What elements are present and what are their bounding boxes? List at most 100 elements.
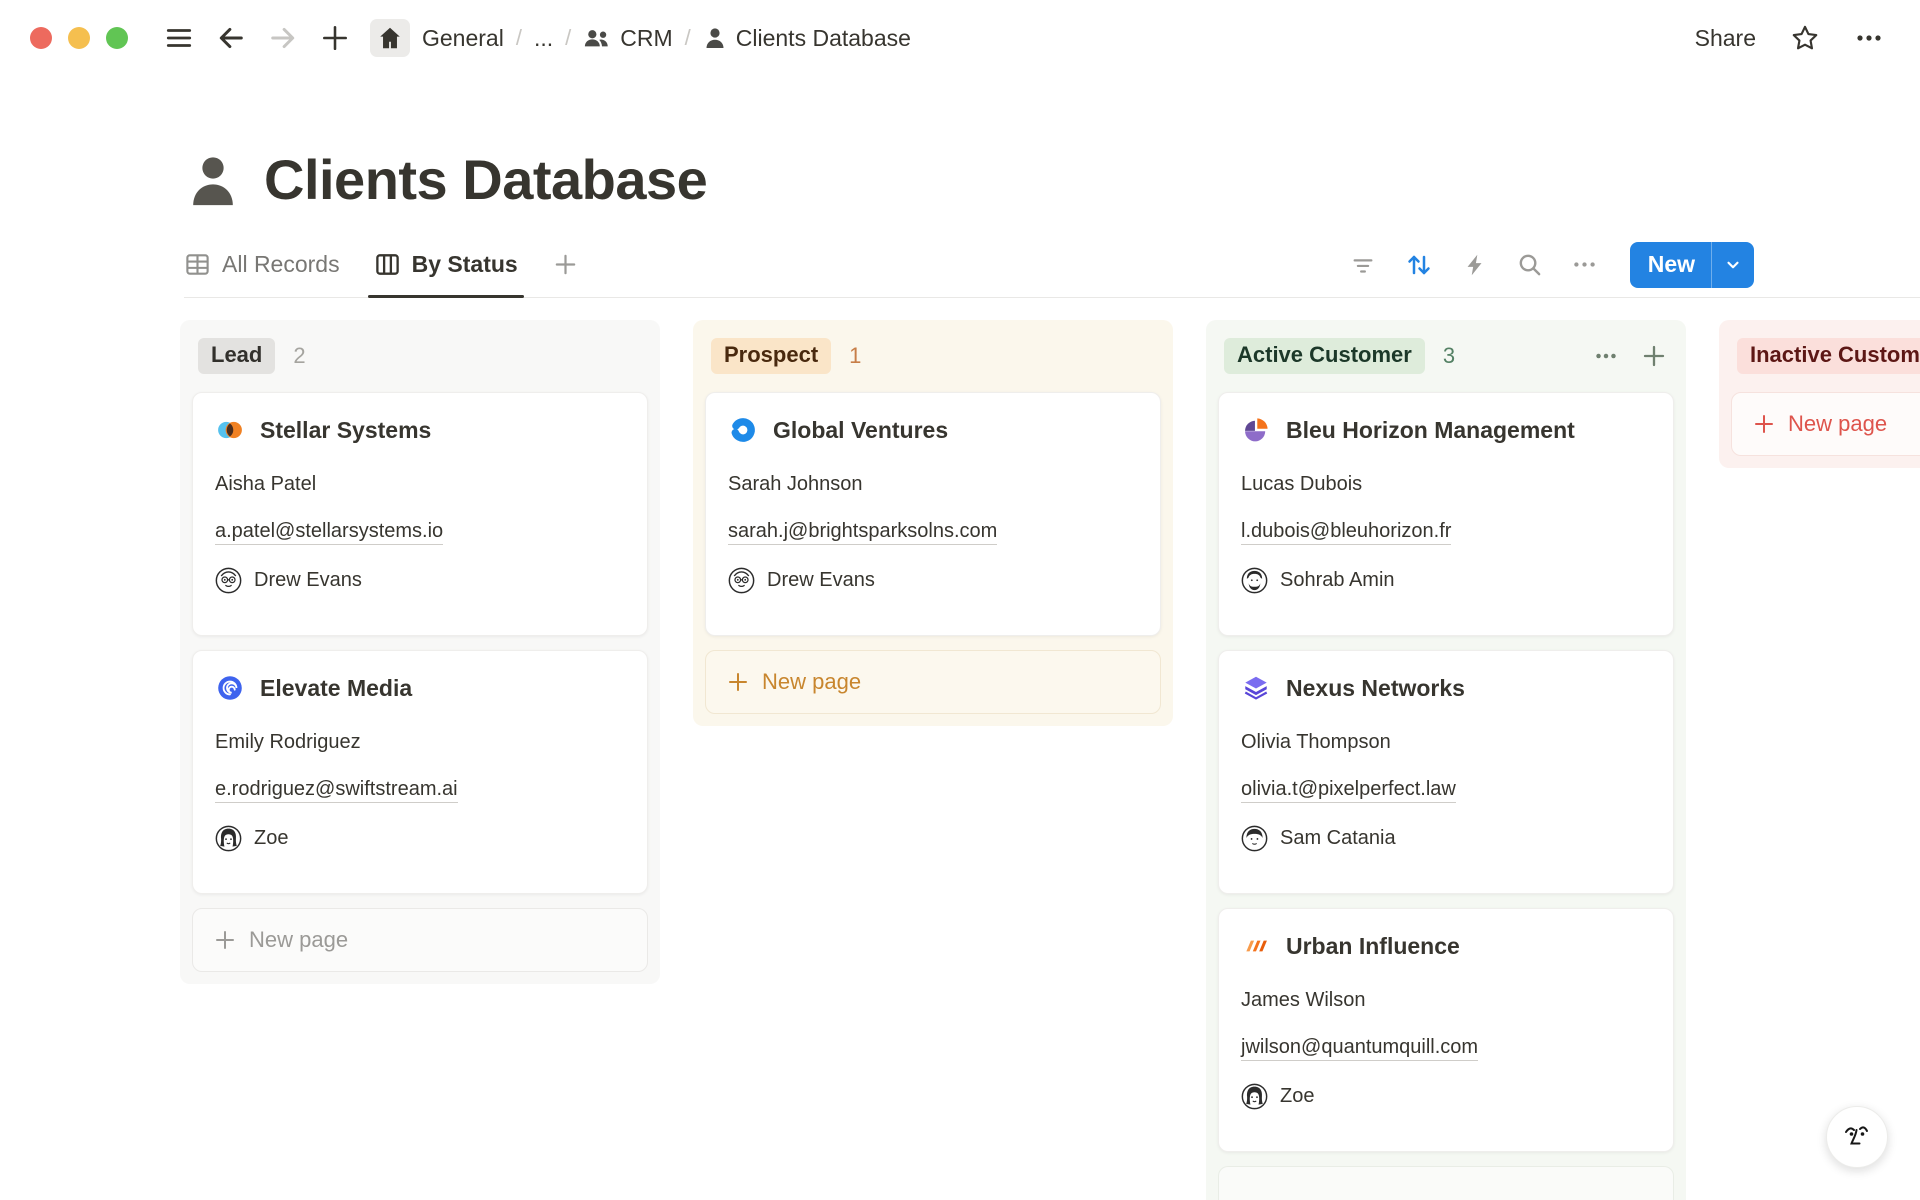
contact-name: Lucas Dubois — [1241, 473, 1651, 496]
automation-lightning-icon[interactable] — [1462, 252, 1488, 278]
kanban-board: Lead 2 Stellar Systems Aisha Patel a.pat… — [180, 320, 1920, 1200]
card-elevate-media[interactable]: Elevate Media Emily Rodriguez e.rodrigue… — [192, 650, 648, 894]
breadcrumb-label: Clients Database — [736, 25, 911, 52]
new-button-dropdown[interactable] — [1711, 242, 1754, 288]
contact-name: James Wilson — [1241, 989, 1651, 1012]
new-page-button-partial[interactable] — [1218, 1166, 1674, 1200]
contact-email: olivia.t@pixelperfect.law — [1241, 778, 1651, 801]
status-badge[interactable]: Inactive Customer — [1737, 338, 1920, 374]
avatar-sam-catania — [1241, 825, 1268, 852]
company-logo-icon — [1241, 415, 1271, 445]
status-badge[interactable]: Prospect — [711, 338, 831, 374]
tab-label: By Status — [412, 251, 518, 278]
breadcrumb-item-clients-database[interactable]: Clients Database — [703, 25, 911, 52]
breadcrumb-separator: / — [685, 25, 691, 51]
face-icon — [1837, 1117, 1877, 1157]
new-page-button[interactable]: New page — [705, 650, 1161, 714]
contact-email: e.rodriguez@swiftstream.ai — [215, 778, 625, 801]
avatar-zoe — [215, 825, 242, 852]
page-title[interactable]: Clients Database — [264, 147, 707, 212]
company-logo-icon — [1241, 931, 1271, 961]
column-count: 3 — [1443, 343, 1455, 369]
company-logo-icon — [728, 415, 758, 445]
card-stellar-systems[interactable]: Stellar Systems Aisha Patel a.patel@stel… — [192, 392, 648, 636]
owner-name: Sohrab Amin — [1280, 569, 1395, 592]
close-window-button[interactable] — [30, 27, 52, 49]
email-link[interactable]: l.dubois@bleuhorizon.fr — [1241, 520, 1451, 545]
view-options-icon[interactable] — [1571, 251, 1598, 278]
avatar-drew-evans — [728, 567, 755, 594]
tab-all-records[interactable]: All Records — [184, 232, 340, 297]
company-name: Nexus Networks — [1286, 675, 1465, 702]
email-link[interactable]: sarah.j@brightsparksolns.com — [728, 520, 997, 545]
company-name: Urban Influence — [1286, 933, 1460, 960]
breadcrumb-item-ellipsis[interactable]: ... — [534, 25, 553, 52]
company-name: Bleu Horizon Management — [1286, 417, 1575, 444]
forward-icon[interactable] — [266, 21, 300, 55]
contact-name: Aisha Patel — [215, 473, 625, 496]
new-record-button[interactable]: New — [1630, 242, 1754, 288]
page-icon-person[interactable] — [184, 150, 242, 212]
breadcrumb-item-general[interactable]: General — [422, 25, 504, 52]
favorite-star-icon[interactable] — [1790, 23, 1820, 53]
new-button-label: New — [1630, 242, 1711, 288]
email-link[interactable]: e.rodriguez@swiftstream.ai — [215, 778, 458, 803]
new-tab-icon[interactable] — [318, 21, 352, 55]
contact-email: sarah.j@brightsparksolns.com — [728, 520, 1138, 543]
add-view-icon[interactable] — [552, 251, 579, 278]
share-button[interactable]: Share — [1695, 25, 1756, 52]
new-page-button[interactable]: New page — [1731, 392, 1920, 456]
column-count: 2 — [293, 343, 305, 369]
owner-name: Sam Catania — [1280, 827, 1396, 850]
more-options-icon[interactable] — [1854, 23, 1884, 53]
email-link[interactable]: olivia.t@pixelperfect.law — [1241, 778, 1456, 803]
card-global-ventures[interactable]: Global Ventures Sarah Johnson sarah.j@br… — [705, 392, 1161, 636]
breadcrumb-item-crm[interactable]: CRM — [583, 25, 672, 52]
breadcrumb: General / ... / CRM / Clients Database — [422, 25, 911, 52]
contact-name: Olivia Thompson — [1241, 731, 1651, 754]
column-active-customer: Active Customer 3 Bleu Horizon Managemen… — [1206, 320, 1686, 1200]
window-titlebar: General / ... / CRM / Clients Database S… — [0, 0, 1920, 76]
ai-face-button[interactable] — [1826, 1106, 1888, 1168]
new-page-label: New page — [762, 669, 861, 695]
sidebar-toggle-icon[interactable] — [162, 21, 196, 55]
company-name: Elevate Media — [260, 675, 412, 702]
home-icon[interactable] — [370, 19, 410, 57]
status-badge[interactable]: Lead — [198, 338, 275, 374]
status-badge[interactable]: Active Customer — [1224, 338, 1425, 374]
chevron-down-icon — [1724, 256, 1742, 274]
column-options-icon[interactable] — [1592, 342, 1620, 370]
owner-name: Drew Evans — [767, 569, 875, 592]
sort-icon[interactable] — [1404, 250, 1434, 280]
owner-name: Zoe — [1280, 1085, 1314, 1108]
column-inactive-customer: Inactive Customer New page — [1719, 320, 1920, 468]
column-add-card-icon[interactable] — [1640, 342, 1668, 370]
breadcrumb-label: General — [422, 25, 504, 52]
email-link[interactable]: a.patel@stellarsystems.io — [215, 520, 443, 545]
contact-email: a.patel@stellarsystems.io — [215, 520, 625, 543]
plus-icon — [726, 670, 750, 694]
company-name: Stellar Systems — [260, 417, 431, 444]
tab-label: All Records — [222, 251, 340, 278]
company-logo-icon — [215, 673, 245, 703]
card-nexus-networks[interactable]: Nexus Networks Olivia Thompson olivia.t@… — [1218, 650, 1674, 894]
search-icon[interactable] — [1516, 251, 1543, 278]
avatar-zoe — [1241, 1083, 1268, 1110]
new-page-label: New page — [1788, 411, 1887, 437]
people-icon — [583, 26, 611, 50]
email-link[interactable]: jwilson@quantumquill.com — [1241, 1036, 1478, 1061]
new-page-button[interactable]: New page — [192, 908, 648, 972]
card-urban-influence[interactable]: Urban Influence James Wilson jwilson@qua… — [1218, 908, 1674, 1152]
view-tab-bar: All Records By Status New — [184, 232, 1920, 298]
board-view-icon — [374, 251, 401, 278]
back-icon[interactable] — [214, 21, 248, 55]
card-bleu-horizon-management[interactable]: Bleu Horizon Management Lucas Dubois l.d… — [1218, 392, 1674, 636]
contact-email: l.dubois@bleuhorizon.fr — [1241, 520, 1651, 543]
zoom-window-button[interactable] — [106, 27, 128, 49]
plus-icon — [1752, 412, 1776, 436]
tab-by-status[interactable]: By Status — [374, 232, 518, 297]
breadcrumb-label: ... — [534, 25, 553, 52]
company-logo-icon — [215, 415, 245, 445]
filter-icon[interactable] — [1350, 252, 1376, 278]
minimize-window-button[interactable] — [68, 27, 90, 49]
